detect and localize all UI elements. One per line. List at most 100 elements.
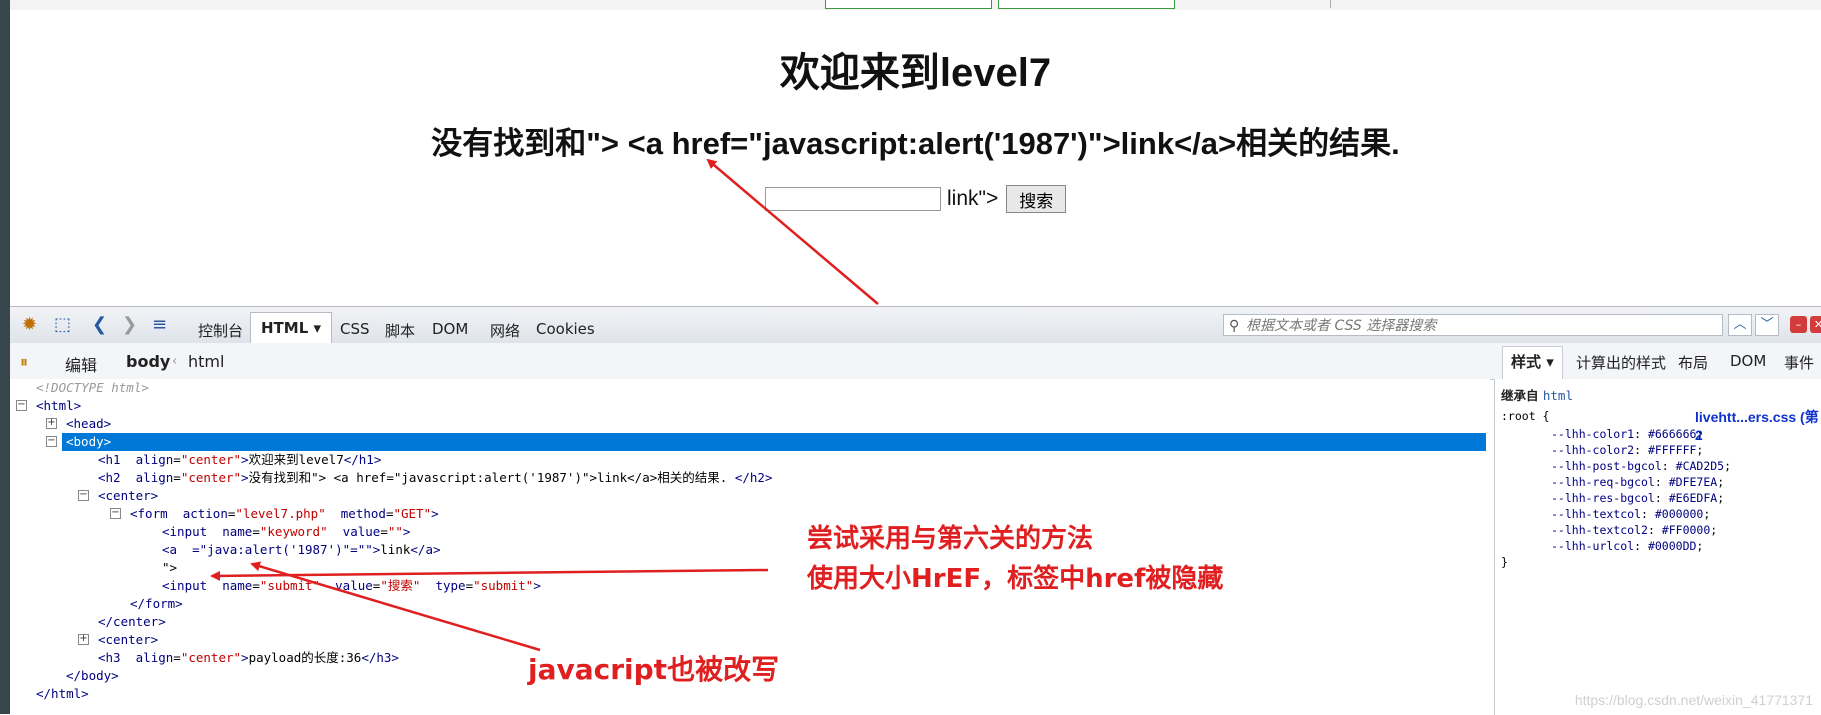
tab-css[interactable]: CSS (340, 320, 370, 338)
search-form: link"> 搜索 (765, 182, 1067, 216)
h3-text: payload的长度:36 (248, 650, 362, 665)
tree-node-body-close[interactable]: </body> (66, 667, 119, 685)
css-property-line[interactable]: --lhh-post-bgcol: #CAD2D5; (1551, 459, 1731, 473)
tree-node-head[interactable]: <head> (66, 415, 111, 433)
tab-net[interactable]: 网络 (490, 320, 520, 341)
css-property-name: --lhh-color2 (1551, 443, 1635, 457)
side-tab-style[interactable]: 样式 ▾ (1502, 346, 1563, 380)
inherited-from-link[interactable]: html (1543, 388, 1573, 403)
style-side-panel: 继承自 html livehtt...ers.css (第 2 :root { … (1494, 379, 1821, 715)
stylesheet-link[interactable]: livehtt...ers.css (第 2 (1695, 407, 1821, 443)
input-tag: <input (162, 578, 208, 593)
firebug-bug-icon[interactable]: ✹ (22, 315, 37, 335)
css-property-name: --lhh-post-bgcol (1551, 459, 1662, 473)
h3-close: </h3> (361, 650, 399, 665)
watermark: https://blog.csdn.net/weixin_41771371 (1574, 692, 1813, 708)
side-tab-events[interactable]: 事件 (1784, 352, 1814, 373)
tab-dom[interactable]: DOM (432, 320, 468, 338)
css-property-line[interactable]: --lhh-textcol: #000000; (1551, 507, 1710, 521)
tree-node-input-keyword[interactable]: <input name="keyword" value=""> (162, 523, 410, 541)
selected-row-highlight (62, 433, 1486, 451)
h1-text: 欢迎来到level7 (248, 452, 344, 467)
h2-tag: <h2 (98, 470, 121, 485)
css-property-value: #FFFFFF (1647, 443, 1697, 457)
a-tag: <a (162, 542, 178, 557)
input-name-attr: name (222, 524, 253, 539)
tree-node-text-quote[interactable]: "> (162, 559, 177, 577)
css-property-line[interactable]: --lhh-color1: #666666; (1551, 427, 1703, 441)
tree-node-h3[interactable]: <h3 align="center">payload的长度:36</h3> (98, 649, 399, 667)
input-name-value: submit (267, 578, 313, 593)
tree-node-html[interactable]: <html> (36, 397, 81, 415)
form-action-value: level7.php (242, 506, 319, 521)
collapse-toggle-icon[interactable]: − (78, 490, 89, 501)
css-property-line[interactable]: --lhh-textcol2: #FF0000; (1551, 523, 1717, 537)
tree-node-h2[interactable]: <h2 align="center">没有找到和"> <a href="java… (98, 469, 772, 487)
css-property-value: #E6EDFA (1668, 491, 1718, 505)
side-tab-computed[interactable]: 计算出的样式 (1576, 352, 1666, 373)
search-icon: ⚲ (1229, 318, 1240, 334)
back-icon[interactable]: ❮ (92, 315, 107, 335)
input-name-attr: name (222, 578, 253, 593)
page-heading: 欢迎来到level7 (779, 51, 1052, 95)
keyword-input[interactable] (765, 187, 941, 211)
h3-tag: <h3 (98, 650, 121, 665)
tree-node-html-close[interactable]: </html> (36, 685, 89, 703)
tab-html[interactable]: HTML ▾ (250, 312, 333, 344)
tab-console[interactable]: 控制台 (198, 320, 243, 341)
h1-tag: <h1 (98, 452, 121, 467)
result-heading: 没有找到和"> <a href="javascript:alert('1987'… (431, 126, 1400, 161)
top-input-box (998, 0, 1175, 9)
tab-html-label: HTML (261, 319, 309, 337)
h1-close: </h1> (343, 452, 382, 467)
tree-node-center-close[interactable]: </center> (98, 613, 166, 631)
collapse-toggle-icon[interactable]: − (110, 508, 121, 519)
search-placeholder: 根据文本或者 CSS 选择器搜索 (1246, 318, 1437, 334)
input-value-value: 搜索 (387, 578, 413, 593)
close-icon[interactable]: ✕ (1810, 316, 1821, 333)
side-tab-dom[interactable]: DOM (1730, 352, 1766, 370)
tree-node-input-submit[interactable]: <input name="submit" value="搜索" type="su… (162, 577, 541, 595)
selector-search-input[interactable]: ⚲ 根据文本或者 CSS 选择器搜索 (1223, 314, 1723, 336)
edit-button[interactable]: 编辑 (65, 352, 97, 376)
annotation-note-3: javacript也被改写 (528, 653, 780, 686)
chevron-down-icon: ▾ (313, 319, 322, 337)
tab-script[interactable]: 脚本 (385, 320, 415, 341)
tree-node-center-2[interactable]: <center> (98, 631, 158, 649)
expand-toggle-icon[interactable]: + (78, 634, 89, 645)
tree-node-h1[interactable]: <h1 align="center">欢迎来到level7</h1> (98, 451, 381, 469)
input-tag-end: > (533, 578, 541, 593)
css-property-line[interactable]: --lhh-res-bgcol: #E6EDFA; (1551, 491, 1724, 505)
collapse-toggle-icon[interactable]: − (46, 436, 57, 447)
form-method-attr: method (340, 506, 386, 521)
breadcrumb-body[interactable]: body (126, 352, 170, 371)
break-on-mutate-icon[interactable]: ⏸ (20, 352, 28, 372)
css-close-brace: } (1501, 555, 1508, 569)
search-prev-button[interactable]: ︿ (1728, 314, 1752, 336)
css-property-name: --lhh-textcol (1551, 507, 1642, 521)
css-property-line[interactable]: --lhh-color2: #FFFFFF; (1551, 443, 1703, 457)
tree-node-body[interactable]: <body> (66, 433, 111, 451)
tree-node-form[interactable]: <form action="level7.php" method="GET"> (130, 505, 439, 523)
collapse-toggle-icon[interactable]: − (16, 400, 27, 411)
form-method-value: GET (401, 506, 424, 521)
forward-icon[interactable]: ❯ (122, 315, 137, 335)
tree-node-center[interactable]: <center> (98, 487, 158, 505)
inherited-header: 继承自 html (1501, 385, 1573, 404)
search-next-button[interactable]: ﹀ (1755, 314, 1779, 336)
tab-cookies[interactable]: Cookies (536, 320, 595, 338)
side-tab-layout[interactable]: 布局 (1678, 352, 1708, 373)
h2-attr-value: center (188, 470, 234, 485)
search-button[interactable]: 搜索 (1006, 185, 1067, 213)
tree-node-a[interactable]: <a ="java:alert('1987')"="">link</a> (162, 541, 441, 559)
devtools-toolbar: ✹ ⬚ ❮ ❯ ≡ 控制台 HTML ▾ CSS 脚本 DOM 网络 Cooki… (10, 307, 1821, 344)
breadcrumb-html[interactable]: html (188, 352, 224, 371)
command-line-icon[interactable]: ≡ (152, 315, 167, 335)
expand-toggle-icon[interactable]: + (46, 418, 57, 429)
css-property-line[interactable]: --lhh-urlcol: #0000DD; (1551, 539, 1703, 553)
css-property-line[interactable]: --lhh-req-bgcol: #DFE7EA; (1551, 475, 1724, 489)
input-value-attr: value (342, 524, 381, 539)
minimize-icon[interactable]: – (1790, 316, 1807, 333)
tree-node-form-close[interactable]: </form> (130, 595, 183, 613)
inspect-icon[interactable]: ⬚ (54, 315, 71, 335)
